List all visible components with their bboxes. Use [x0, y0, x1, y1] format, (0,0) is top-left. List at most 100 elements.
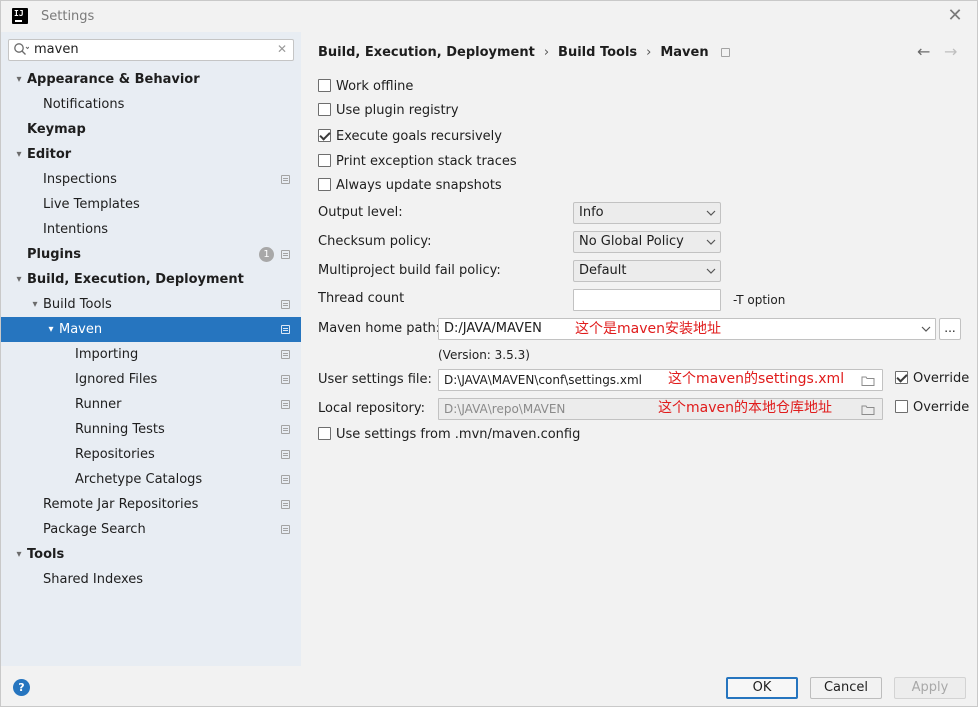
sidebar-item-editor[interactable]: ▾ Editor [1, 142, 301, 167]
project-settings-icon [281, 425, 290, 434]
sidebar-item-keymap[interactable]: Keymap [1, 117, 301, 142]
cancel-button[interactable]: Cancel [810, 677, 882, 699]
sidebar-item-label: Package Search [43, 522, 146, 537]
project-settings-icon [281, 475, 290, 484]
sidebar-item-build-execution-deployment[interactable]: ▾ Build, Execution, Deployment [1, 267, 301, 292]
chevron-down-icon[interactable]: ▾ [29, 292, 41, 317]
sidebar-item-label: Editor [27, 147, 72, 162]
maven-home-label: Maven home path: [318, 321, 441, 336]
output-level-value: Info [579, 205, 604, 220]
browse-button[interactable]: ... [939, 318, 961, 340]
execute-goals-box[interactable] [318, 129, 331, 142]
settings-sidebar: maven ✕ ▾ Appearance & Behavior Notificati… [1, 32, 301, 666]
chevron-down-icon[interactable]: ▾ [13, 542, 25, 567]
sidebar-item-label: Maven [59, 322, 103, 337]
print-exception-checkbox[interactable]: Print exception stack traces [318, 152, 517, 172]
sidebar-item-shared-indexes[interactable]: Shared Indexes [1, 567, 301, 592]
sidebar-item-importing[interactable]: Importing [1, 342, 301, 367]
project-settings-icon [281, 325, 290, 334]
plugin-registry-box[interactable] [318, 103, 331, 116]
ok-button[interactable]: OK [726, 677, 798, 699]
work-offline-label: Work offline [336, 79, 414, 94]
settings-window: IJ Settings ✕ maven ✕ ▾ Appearance & Beha… [0, 0, 978, 707]
folder-icon[interactable] [861, 375, 875, 386]
sidebar-item-label: Build, Execution, Deployment [27, 272, 244, 287]
thread-count-input[interactable] [573, 289, 721, 311]
sidebar-item-tools[interactable]: ▾ Tools [1, 542, 301, 567]
use-mvn-config-box[interactable] [318, 427, 331, 440]
back-arrow-icon[interactable]: ← [917, 42, 930, 61]
use-mvn-config-checkbox[interactable]: Use settings from .mvn/maven.config [318, 425, 580, 445]
sidebar-item-label: Repositories [75, 447, 155, 462]
checksum-policy-select[interactable]: No Global Policy [573, 231, 721, 253]
sidebar-item-label: Keymap [27, 122, 86, 137]
user-settings-label: User settings file: [318, 372, 432, 387]
sidebar-item-live-templates[interactable]: Live Templates [1, 192, 301, 217]
sidebar-item-build-tools[interactable]: ▾ Build Tools [1, 292, 301, 317]
chevron-down-icon[interactable] [921, 319, 931, 339]
t-option-label: -T option [733, 293, 786, 307]
checksum-policy-value: No Global Policy [579, 234, 684, 249]
user-settings-override-box[interactable] [895, 371, 908, 384]
execute-goals-checkbox[interactable]: Execute goals recursively [318, 127, 502, 147]
print-exception-box[interactable] [318, 154, 331, 167]
breadcrumb-build-execution[interactable]: Build, Execution, Deployment [318, 45, 535, 60]
chevron-down-icon[interactable]: ▾ [13, 267, 25, 292]
sidebar-item-appearance-behavior[interactable]: ▾ Appearance & Behavior [1, 67, 301, 92]
sidebar-item-label: Intentions [43, 222, 109, 237]
local-repo-override-box[interactable] [895, 400, 908, 413]
sidebar-item-label: Appearance & Behavior [27, 72, 200, 87]
title-bar: IJ Settings ✕ [1, 1, 977, 32]
chevron-down-icon[interactable]: ▾ [13, 142, 25, 167]
sidebar-item-label: Shared Indexes [43, 572, 144, 587]
sidebar-item-running-tests[interactable]: Running Tests [1, 417, 301, 442]
sidebar-item-label: Importing [75, 347, 139, 362]
project-settings-icon [720, 48, 730, 57]
help-icon[interactable]: ? [13, 679, 30, 696]
sidebar-item-ignored-files[interactable]: Ignored Files [1, 367, 301, 392]
output-level-label: Output level: [318, 205, 403, 220]
sidebar-item-package-search[interactable]: Package Search [1, 517, 301, 542]
breadcrumb-separator: › [543, 45, 550, 60]
local-repo-override-checkbox[interactable]: Override [895, 398, 969, 418]
forward-arrow-icon[interactable]: → [944, 42, 957, 61]
sidebar-item-notifications[interactable]: Notifications [1, 92, 301, 117]
sidebar-item-intentions[interactable]: Intentions [1, 217, 301, 242]
always-update-box[interactable] [318, 178, 331, 191]
sidebar-item-label: Ignored Files [75, 372, 158, 387]
breadcrumb-build-tools[interactable]: Build Tools [558, 45, 637, 60]
apply-button[interactable]: Apply [894, 677, 966, 699]
always-update-checkbox[interactable]: Always update snapshots [318, 176, 502, 196]
chevron-down-icon [706, 268, 716, 274]
local-repo-label: Local repository: [318, 401, 425, 416]
sidebar-item-inspections[interactable]: Inspections [1, 167, 301, 192]
search-input[interactable]: maven ✕ [8, 39, 294, 61]
sidebar-item-label: Build Tools [43, 297, 112, 312]
maven-home-value: D:/JAVA/MAVEN [444, 321, 542, 336]
maven-version-label: (Version: 3.5.3) [438, 348, 530, 362]
chevron-down-icon[interactable]: ▾ [45, 317, 57, 342]
work-offline-checkbox[interactable]: Work offline [318, 77, 413, 97]
sidebar-item-label: Runner [75, 397, 122, 412]
project-settings-icon [281, 375, 290, 384]
sidebar-item-maven[interactable]: ▾ Maven [1, 317, 301, 342]
sidebar-item-repositories[interactable]: Repositories [1, 442, 301, 467]
user-settings-override-checkbox[interactable]: Override [895, 369, 969, 389]
clear-search-icon[interactable]: ✕ [277, 42, 287, 56]
fail-policy-select[interactable]: Default [573, 260, 721, 282]
close-icon[interactable]: ✕ [944, 5, 966, 27]
project-settings-icon [281, 175, 290, 184]
output-level-select[interactable]: Info [573, 202, 721, 224]
project-settings-icon [281, 525, 290, 534]
project-settings-icon [281, 300, 290, 309]
sidebar-item-archetype-catalogs[interactable]: Archetype Catalogs [1, 467, 301, 492]
intellij-logo-icon: IJ [12, 8, 28, 24]
sidebar-item-plugins[interactable]: Plugins 1 [1, 242, 301, 267]
chevron-down-icon[interactable]: ▾ [13, 67, 25, 92]
work-offline-box[interactable] [318, 79, 331, 92]
folder-icon[interactable] [861, 404, 875, 415]
sidebar-item-runner[interactable]: Runner [1, 392, 301, 417]
plugin-registry-checkbox[interactable]: Use plugin registry [318, 101, 459, 121]
sidebar-item-remote-jar-repositories[interactable]: Remote Jar Repositories [1, 492, 301, 517]
search-value[interactable]: maven [34, 42, 79, 57]
